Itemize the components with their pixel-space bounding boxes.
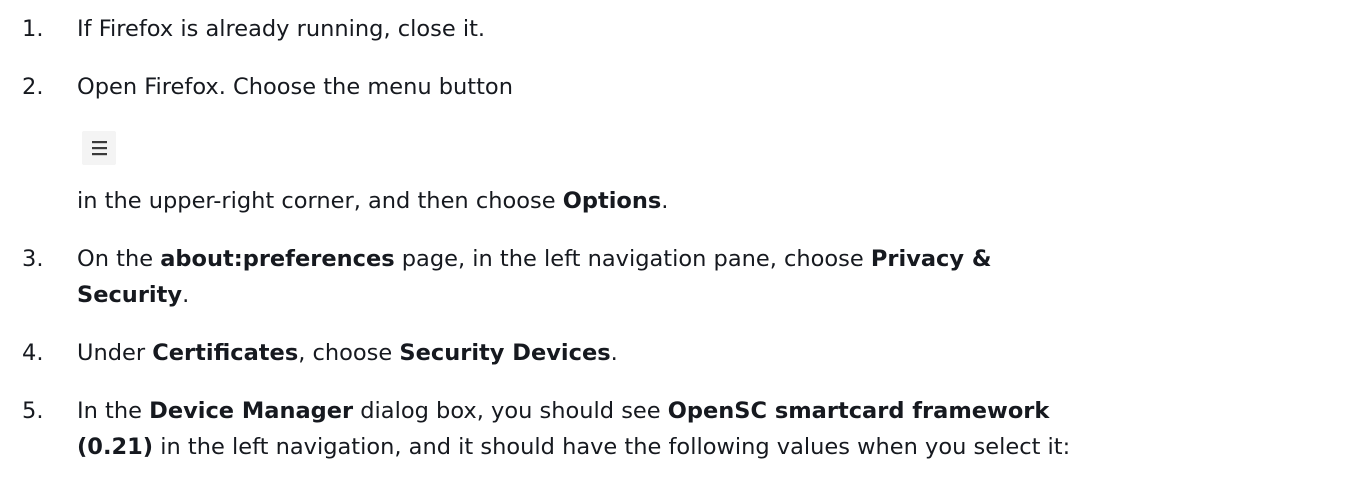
text-segment: . [661, 188, 669, 214]
step-number: 1. [22, 16, 44, 42]
text-segment: in the left navigation, and it should ha… [153, 434, 1071, 460]
text-segment: dialog box, you should see [353, 398, 668, 424]
text-segment: page, in the left navigation pane, choos… [394, 246, 871, 272]
step-text-part: If Firefox is already running, close it. [77, 16, 486, 42]
step-text-line: Open Firefox. Choose the menu button [77, 74, 513, 100]
step-text-line: in the upper-right corner, and then choo… [77, 185, 1339, 217]
text-segment: . [610, 340, 618, 366]
step-text: If Firefox is already running, close it. [77, 13, 1339, 45]
step-number: 4. [22, 340, 44, 366]
step-text-line: Security. [77, 279, 1339, 311]
text-segment: In the [77, 398, 150, 424]
ui-term-security-devices: Security Devices [399, 340, 611, 366]
step-text-line: In the Device Manager dialog box, you sh… [77, 395, 1339, 427]
step-text-line: On the about:preferences page, in the le… [77, 243, 1339, 275]
ui-term-opensc-framework: OpenSC smartcard framework [667, 398, 1050, 424]
step-number: 5. [22, 398, 44, 424]
hamburger-menu-icon [82, 131, 116, 165]
ui-term-options: Options [562, 188, 662, 214]
step-text-line: (0.21) in the left navigation, and it sh… [77, 431, 1339, 463]
text-segment: , choose [298, 340, 400, 366]
ui-term-device-manager: Device Manager [149, 398, 354, 424]
text-segment: Under [77, 340, 153, 366]
text-segment: On the [77, 246, 161, 272]
step-text-line: Under Certificates, choose Security Devi… [77, 337, 1339, 369]
ui-term-privacy-security: Privacy & [870, 246, 992, 272]
text-segment: . [182, 282, 190, 308]
ui-term-about-preferences: about:preferences [160, 246, 395, 272]
ui-term-security: Security [77, 282, 183, 308]
ui-term-version: (0.21) [77, 434, 154, 460]
step-number: 3. [22, 246, 44, 272]
ui-term-certificates: Certificates [152, 340, 299, 366]
step-number: 2. [22, 74, 44, 100]
text-segment: in the upper-right corner, and then choo… [77, 188, 563, 214]
